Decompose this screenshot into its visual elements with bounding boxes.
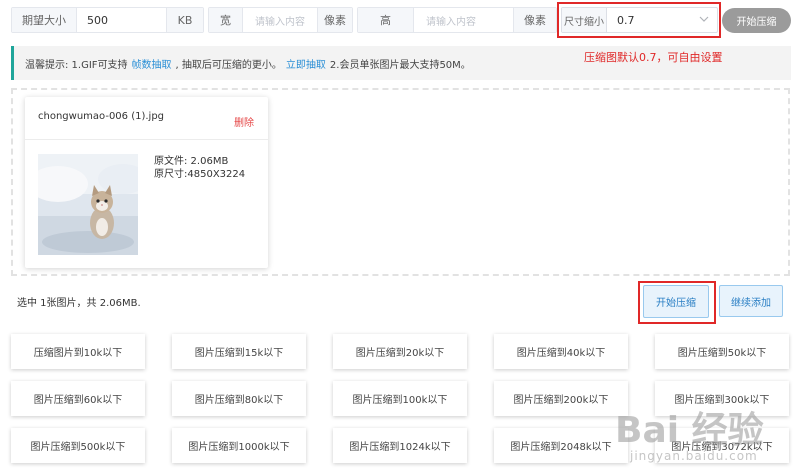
preset-button[interactable]: 压缩图片到10k以下	[11, 334, 145, 369]
preset-button[interactable]: 图片压缩到1024k以下	[333, 428, 467, 463]
scale-select[interactable]: 尺寸缩小 0.7	[561, 7, 718, 33]
tip-suffix: 2.会员单张图片最大支持50M。	[329, 59, 471, 71]
preset-button[interactable]: 图片压缩到60k以下	[11, 381, 145, 416]
height-label: 高	[358, 8, 413, 32]
frame-extract-link[interactable]: 帧数抽取	[132, 56, 172, 71]
scale-label: 尺寸缩小	[562, 8, 606, 32]
delete-button[interactable]: 删除	[234, 114, 254, 129]
file-meta: 原文件: 2.06MB 原尺寸:4850X3224	[154, 155, 245, 181]
baidu-watermark: Bai 经验 jingyan.baidu.com	[615, 399, 800, 474]
width-unit: 像素	[317, 8, 352, 32]
selection-summary: 选中 1张图片，共 2.06MB.	[17, 298, 141, 309]
width-field[interactable]: 宽 请输入内容 像素	[208, 7, 353, 33]
original-size: 原文件: 2.06MB	[154, 156, 229, 167]
preset-button[interactable]: 图片压缩到500k以下	[11, 428, 145, 463]
settings-bar: 期望大小 500 KB 宽 请输入内容 像素 高 请输入内容 像素	[11, 7, 561, 33]
expected-size-field[interactable]: 期望大小 500 KB	[11, 7, 204, 33]
preset-button[interactable]: 图片压缩到15k以下	[172, 334, 306, 369]
watermark-logo: Bai 经验	[615, 410, 764, 451]
divider	[25, 139, 268, 140]
start-compress-button[interactable]: 开始压缩	[643, 285, 709, 318]
annotation-note: 压缩图默认0.7，可自由设置	[584, 51, 723, 64]
tip-prefix: 温馨提示: 1.GIF可支持	[25, 59, 128, 71]
original-dimensions: 原尺寸:4850X3224	[154, 169, 246, 180]
start-compress-top-button[interactable]: 开始压缩	[722, 8, 791, 33]
expected-size-label: 期望大小	[12, 8, 76, 32]
preset-button[interactable]: 图片压缩到100k以下	[333, 381, 467, 416]
width-input[interactable]: 请输入内容	[242, 8, 317, 32]
height-unit: 像素	[513, 8, 556, 32]
preset-button[interactable]: 图片压缩到80k以下	[172, 381, 306, 416]
add-more-button[interactable]: 继续添加	[719, 285, 783, 317]
preset-button[interactable]: 图片压缩到40k以下	[494, 334, 628, 369]
preset-button[interactable]: 图片压缩到1000k以下	[172, 428, 306, 463]
chevron-down-icon[interactable]	[699, 14, 709, 27]
watermark-url: jingyan.baidu.com	[630, 449, 758, 463]
height-field[interactable]: 高 请输入内容 像素	[357, 7, 557, 33]
expected-size-unit: KB	[166, 8, 203, 32]
file-name: chongwumao-006 (1).jpg	[38, 111, 165, 122]
file-card: chongwumao-006 (1).jpg 删除 原文件: 2.06MB 原尺…	[25, 97, 268, 268]
preset-button[interactable]: 图片压缩到200k以下	[494, 381, 628, 416]
tip-middle: , 抽取后可压缩的更小。	[175, 59, 282, 71]
height-input[interactable]: 请输入内容	[413, 8, 513, 32]
preset-button[interactable]: 图片压缩到2048k以下	[494, 428, 628, 463]
thumbnail-image	[38, 154, 138, 255]
preset-button[interactable]: 图片压缩到20k以下	[333, 334, 467, 369]
extract-now-link[interactable]: 立即抽取	[286, 56, 326, 71]
expected-size-input[interactable]: 500	[76, 8, 166, 32]
preset-button[interactable]: 图片压缩到50k以下	[655, 334, 789, 369]
width-label: 宽	[209, 8, 242, 32]
